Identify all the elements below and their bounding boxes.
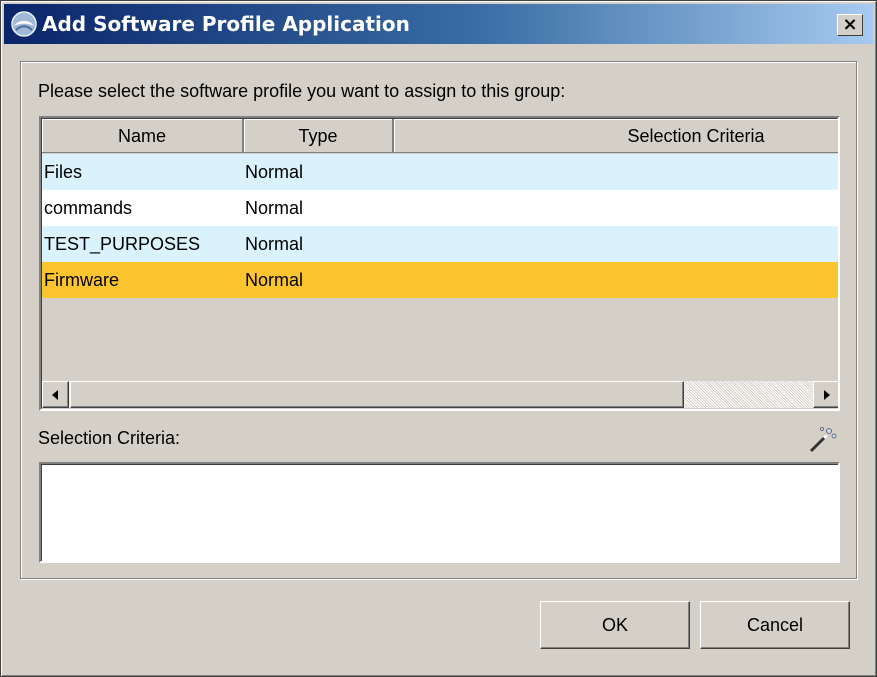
arrow-right-icon [824, 390, 830, 400]
table-row[interactable]: Files Normal [42, 154, 838, 190]
horizontal-scrollbar[interactable] [42, 381, 838, 408]
cancel-button[interactable]: Cancel [700, 601, 850, 649]
row-name: commands [44, 198, 133, 218]
row-type: Normal [245, 270, 304, 290]
table-row[interactable]: commands Normal [42, 190, 838, 226]
row-type: Normal [245, 234, 304, 254]
column-header-selection-criteria[interactable]: Selection Criteria [394, 119, 838, 153]
arrow-left-icon [52, 390, 58, 400]
row-name: TEST_PURPOSES [44, 234, 201, 254]
table-body: Name Type Selection Criteria Files Norma… [41, 118, 838, 409]
table-row-selected[interactable]: Firmware Normal [42, 262, 838, 298]
magic-wand-icon[interactable] [807, 425, 837, 455]
selection-criteria-field[interactable] [39, 462, 840, 563]
table-row[interactable]: TEST_PURPOSES Normal [42, 226, 838, 262]
column-header-name[interactable]: Name [42, 119, 244, 153]
selection-criteria-label: Selection Criteria: [38, 428, 181, 448]
app-globe-icon [11, 11, 37, 37]
scrollbar-thumb[interactable] [70, 381, 684, 408]
prompt-text: Please select the software profile you w… [38, 81, 566, 101]
profile-table[interactable]: Name Type Selection Criteria Files Norma… [39, 116, 840, 411]
close-icon: × [842, 14, 858, 35]
row-type: Normal [245, 162, 304, 182]
row-name: Firmware [44, 270, 119, 290]
scroll-right-button[interactable] [813, 381, 838, 408]
scroll-left-button[interactable] [42, 381, 69, 408]
close-button[interactable]: × [837, 14, 863, 36]
title-bar[interactable]: Add Software Profile Application × [4, 4, 873, 44]
dialog-window: Add Software Profile Application × Pleas… [0, 0, 877, 677]
column-header-type[interactable]: Type [244, 119, 394, 153]
ok-button[interactable]: OK [540, 601, 690, 649]
scrollbar-track[interactable] [684, 381, 812, 408]
row-name: Files [44, 162, 83, 182]
column-header-selection-criteria-label: Selection Criteria [627, 126, 765, 146]
window-title: Add Software Profile Application [42, 12, 410, 36]
row-type: Normal [245, 198, 304, 218]
